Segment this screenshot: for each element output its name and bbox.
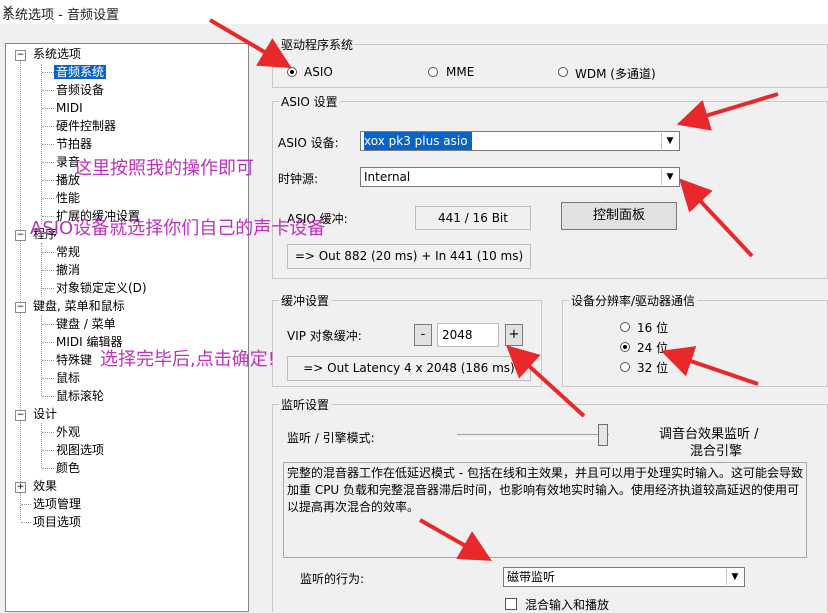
arrow-to-asio-radio [208, 18, 292, 69]
arrow-to-buffer [506, 345, 586, 418]
arrow-to-24-bit [660, 346, 759, 386]
arrow-to-clock-source [679, 178, 754, 258]
annotation-arrows [208, 18, 779, 561]
arrow-to-asio-device [676, 92, 779, 131]
arrow-to-behavior [419, 518, 492, 561]
